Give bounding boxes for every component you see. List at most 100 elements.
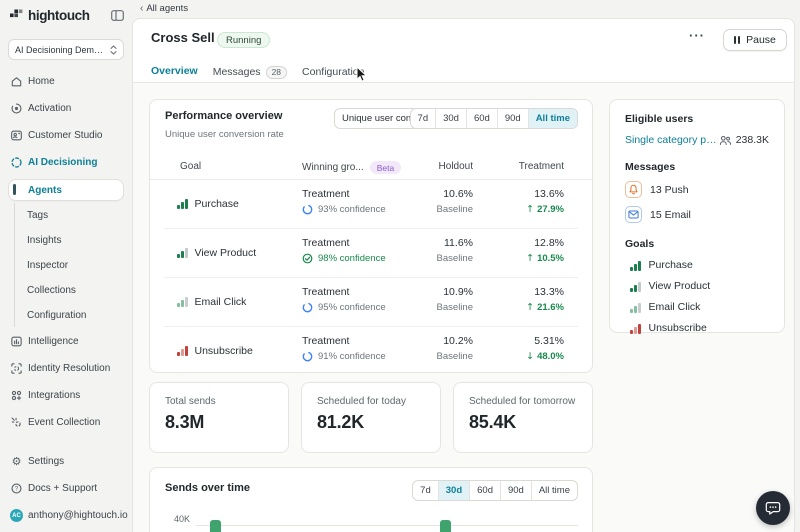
sidebar-item-tags[interactable]: Tags <box>0 203 132 228</box>
messages-push-row: 13 Push <box>625 181 769 198</box>
sidebar-item-home[interactable]: Home <box>0 68 132 95</box>
right-gutter <box>795 0 800 532</box>
goal-row-email-click: Email Click Treatment 95% confidence 10.… <box>150 277 592 326</box>
sidebar-item-integrations[interactable]: Integrations <box>0 382 132 409</box>
goal-bars-icon <box>630 281 641 292</box>
stat-card-scheduled-today: Scheduled for today 81.2K <box>301 382 441 453</box>
status-badge: Running <box>217 32 270 48</box>
sidebar-item-ai-decisioning[interactable]: AI Decisioning <box>0 149 132 176</box>
sends-bar <box>210 520 221 532</box>
sends-range-30d[interactable]: 30d <box>438 481 469 500</box>
sidebar-item-settings[interactable]: ⚙ Settings <box>0 448 132 475</box>
sidebar-item-identity-resolution[interactable]: Identity Resolution <box>0 355 132 382</box>
sends-title: Sends over time <box>165 482 250 494</box>
workspace-selector[interactable]: AI Decisioning Demo - ... <box>8 39 124 60</box>
goal-row-unsubscribe: Unsubscribe Treatment 91% confidence 10.… <box>150 326 592 375</box>
messages-count-badge: 28 <box>266 66 287 79</box>
push-bell-icon <box>625 181 642 198</box>
sends-range-all-time[interactable]: All time <box>531 481 577 500</box>
hightouch-logo-icon <box>10 9 23 22</box>
lift-value: ↑10.5% <box>526 253 564 264</box>
goal-bars-icon <box>177 198 188 209</box>
sidebar-item-activation[interactable]: Activation <box>0 95 132 122</box>
column-header-treatment: Treatment <box>519 161 564 172</box>
summary-goal-unsubscribe: Unsubscribe <box>625 322 769 334</box>
gridline-40k <box>196 525 578 526</box>
email-envelope-icon <box>625 206 642 223</box>
range-all-time[interactable]: All time <box>528 109 577 128</box>
column-header-goal: Goal <box>180 161 201 172</box>
y-axis-tick-40k: 40K <box>174 514 190 524</box>
pause-icon <box>734 36 740 44</box>
audience-count: 238.3K <box>719 134 769 146</box>
sidebar-item-agents[interactable]: Agents <box>8 179 124 201</box>
messages-heading: Messages <box>625 161 769 173</box>
sidebar-item-configuration[interactable]: Configuration <box>0 303 132 328</box>
performance-title: Performance overview <box>165 110 282 122</box>
confidence-ring-icon <box>302 351 313 362</box>
sidebar-item-customer-studio[interactable]: Customer Studio <box>0 122 132 149</box>
goal-bars-icon <box>630 302 641 313</box>
sidebar-item-docs-support[interactable]: ? Docs + Support <box>0 475 132 502</box>
agent-detail-card: Cross Sell Running ··· Pause Overview Me… <box>132 18 795 532</box>
sidebar-item-intelligence[interactable]: Intelligence <box>0 328 132 355</box>
range-60d[interactable]: 60d <box>466 109 497 128</box>
help-icon: ? <box>10 482 23 495</box>
brand-wordmark[interactable]: hightouch <box>28 8 90 23</box>
goal-bars-icon <box>630 260 641 271</box>
range-7d[interactable]: 7d <box>411 109 436 128</box>
user-avatar: AC <box>10 509 23 522</box>
back-chevron-icon: ‹ <box>140 4 143 14</box>
agent-summary-panel: Eligible users Single category pur... 23… <box>609 99 785 333</box>
beta-badge: Beta <box>370 161 402 174</box>
sidebar-footer: ⚙ Settings ? Docs + Support AC anthony@h… <box>0 448 132 529</box>
sidebar-item-event-collection[interactable]: Event Collection <box>0 409 132 436</box>
chat-support-button[interactable] <box>756 491 790 525</box>
active-item-indicator <box>13 184 16 195</box>
performance-range-selector: 7d 30d 60d 90d All time <box>410 108 578 129</box>
page-title: Cross Sell <box>151 30 215 45</box>
chat-bubble-icon <box>765 501 781 516</box>
goals-heading: Goals <box>625 238 769 250</box>
sends-range-selector: 7d 30d 60d 90d All time <box>412 480 578 501</box>
audience-link[interactable]: Single category pur... <box>625 134 719 146</box>
confidence-indicator: 91% confidence <box>302 351 386 362</box>
confidence-check-icon <box>302 253 313 264</box>
stat-card-scheduled-tomorrow: Scheduled for tomorrow 85.4K <box>453 382 593 453</box>
range-90d[interactable]: 90d <box>497 109 528 128</box>
sidebar-nav: Home Activation Customer Studio AI Decis… <box>0 68 132 436</box>
users-icon <box>719 135 732 146</box>
sends-range-90d[interactable]: 90d <box>500 481 531 500</box>
sidebar-item-account[interactable]: AC anthony@hightouch.io <box>0 502 132 529</box>
sidebar-item-inspector[interactable]: Inspector <box>0 253 132 278</box>
intelligence-icon <box>10 335 23 348</box>
lift-value: ↑27.9% <box>526 204 564 215</box>
confidence-indicator: 98% confidence <box>302 253 386 264</box>
goal-row-purchase: Purchase Treatment 93% confidence 10.6%B… <box>150 179 592 228</box>
identity-resolution-icon <box>10 362 23 375</box>
sidebar-item-collections[interactable]: Collections <box>0 278 132 303</box>
confidence-ring-icon <box>302 204 313 215</box>
sends-bar <box>440 520 451 532</box>
eligible-users-heading: Eligible users <box>625 113 769 125</box>
goal-bars-icon <box>177 247 188 258</box>
event-collection-icon <box>10 416 23 429</box>
range-30d[interactable]: 30d <box>435 109 466 128</box>
sidebar-collapse-icon[interactable] <box>111 10 124 21</box>
lift-value: ↓48.0% <box>526 351 564 362</box>
column-header-holdout: Holdout <box>439 161 473 172</box>
sends-range-60d[interactable]: 60d <box>469 481 500 500</box>
sidebar-item-insights[interactable]: Insights <box>0 228 132 253</box>
home-icon <box>10 75 23 88</box>
sends-range-7d[interactable]: 7d <box>413 481 438 500</box>
goal-bars-icon <box>630 323 641 334</box>
messages-email-row: 15 Email <box>625 206 769 223</box>
overflow-menu-button[interactable]: ··· <box>689 28 705 43</box>
goal-bars-icon <box>177 345 188 356</box>
breadcrumb-all-agents[interactable]: ‹ All agents <box>140 3 188 14</box>
sends-over-time-panel: Sends over time 7d 30d 60d 90d All time … <box>149 467 593 532</box>
summary-goal-purchase: Purchase <box>625 259 769 271</box>
customer-studio-icon <box>10 129 23 142</box>
confidence-indicator: 93% confidence <box>302 204 386 215</box>
pause-button[interactable]: Pause <box>723 29 787 51</box>
